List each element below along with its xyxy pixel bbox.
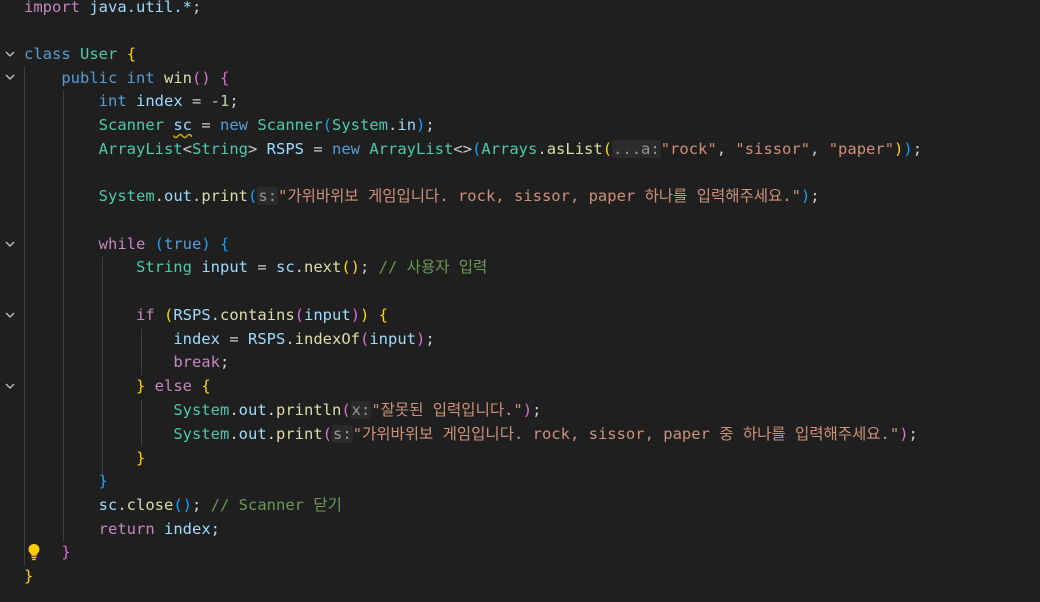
fold-chevron-down-icon[interactable] [3, 71, 17, 85]
variable: RSPS [173, 306, 211, 324]
class-name: User [80, 45, 118, 63]
method: close [126, 496, 174, 514]
method: println [276, 401, 342, 419]
method: print [201, 187, 249, 205]
lightbulb-icon[interactable] [26, 543, 42, 561]
code-line-assign[interactable]: index = RSPS.indexOf(input); [24, 328, 434, 351]
variable: RSPS [247, 330, 286, 348]
keyword: while [98, 235, 146, 253]
keyword: true [164, 235, 202, 253]
inlay-hint: x: [350, 401, 372, 419]
code-line-class[interactable]: class User { [24, 43, 136, 66]
type: ArrayList [369, 140, 454, 158]
code-line-close-class[interactable]: } [24, 565, 33, 588]
keyword: else [154, 377, 192, 395]
code-line-sc-close[interactable]: sc.close(); // Scanner 닫기 [24, 494, 342, 517]
keyword: import [24, 0, 80, 16]
fold-chevron-down-icon[interactable] [3, 380, 17, 394]
method: contains [220, 306, 295, 324]
code-line-break[interactable]: break; [24, 351, 229, 374]
import-path: java.util.* [89, 0, 192, 16]
string: "sissor" [735, 140, 811, 158]
string: "paper" [828, 140, 895, 158]
variable-warning: sc [173, 116, 192, 134]
variable: index [136, 92, 183, 110]
variable: input [369, 330, 416, 348]
type: int [98, 92, 127, 110]
code-line-println[interactable]: System.out.println(x:"잘못된 입력입니다."); [24, 399, 541, 422]
type: Arrays [481, 140, 538, 158]
type: System [173, 401, 230, 419]
type: Scanner [98, 116, 164, 134]
variable: sc [98, 496, 118, 514]
field: out [164, 187, 192, 205]
method: asList [546, 140, 603, 158]
inlay-hint: s: [332, 425, 353, 443]
code-line-import[interactable]: import java.util.*; [24, 0, 201, 19]
code-line-index[interactable]: int index = -1; [24, 90, 239, 113]
code-line-while[interactable]: while (true) { [24, 233, 230, 256]
inlay-hint: ...a: [612, 140, 661, 158]
variable: input [201, 258, 248, 276]
field: in [397, 116, 417, 134]
field: out [238, 425, 267, 443]
field: out [238, 401, 267, 419]
code-line-arraylist[interactable]: ArrayList<String> RSPS = new ArrayList<>… [24, 138, 922, 161]
type: Scanner [257, 116, 323, 134]
code-editor[interactable]: import java.util.*; class User { public … [0, 0, 1040, 602]
variable: RSPS [266, 140, 304, 158]
code-line-close-while[interactable]: } [24, 470, 108, 493]
fold-chevron-down-icon[interactable] [3, 238, 17, 252]
code-line-if[interactable]: if (RSPS.contains(input)) { [24, 304, 388, 327]
type: String [192, 140, 248, 158]
code-line-return[interactable]: return index; [24, 518, 220, 541]
number: -1 [210, 92, 230, 110]
keyword: break [173, 353, 220, 371]
type: System [98, 187, 155, 205]
comment: // Scanner 닫기 [210, 496, 342, 514]
keyword: if [135, 306, 155, 324]
string: "가위바위보 게임입니다. rock, sissor, paper 중 하나를 … [352, 425, 900, 443]
code-line-input[interactable]: String input = sc.next(); // 사용자 입력 [24, 256, 487, 279]
code-line-else[interactable]: } else { [24, 375, 211, 398]
code-line-print2[interactable]: System.out.print(s:"가위바위보 게임입니다. rock, s… [24, 423, 918, 446]
variable: sc [276, 258, 295, 276]
keyword: public [61, 69, 118, 87]
comment: // 사용자 입력 [378, 258, 488, 276]
type: String [135, 258, 192, 276]
string: "가위바위보 게임입니다. rock, sissor, paper 하나를 입력… [278, 187, 801, 205]
method: indexOf [294, 330, 360, 348]
code-line-method[interactable]: public int win() { [24, 67, 229, 90]
editor-gutter [0, 0, 22, 602]
code-line-scanner[interactable]: Scanner sc = new Scanner(System.in); [24, 114, 435, 137]
method: print [276, 425, 323, 443]
variable: index [164, 520, 211, 538]
variable: input [304, 306, 351, 324]
keyword: new [332, 140, 360, 158]
type: System [332, 116, 389, 134]
code-line-close-else[interactable]: } [24, 447, 145, 470]
type: ArrayList [98, 140, 183, 158]
method: next [304, 258, 342, 276]
type: System [173, 425, 230, 443]
keyword: class [24, 45, 71, 63]
method-name: win [164, 69, 193, 87]
fold-chevron-down-icon[interactable] [3, 48, 17, 62]
string: "rock" [660, 140, 717, 158]
fold-chevron-down-icon[interactable] [3, 309, 17, 323]
code-line-print1[interactable]: System.out.print(s:"가위바위보 게임입니다. rock, s… [24, 185, 820, 208]
keyword: return [98, 520, 155, 538]
inlay-hint: s: [257, 187, 279, 205]
string: "잘못된 입력입니다." [371, 401, 523, 419]
keyword: int [126, 69, 155, 87]
keyword: new [220, 116, 248, 134]
variable: index [173, 330, 220, 348]
